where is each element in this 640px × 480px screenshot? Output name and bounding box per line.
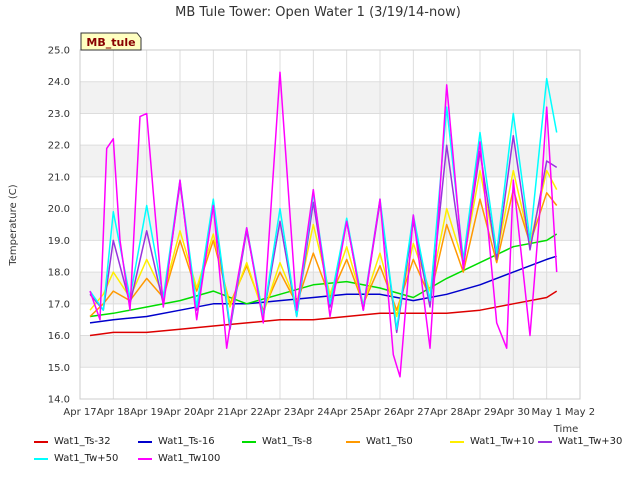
x-tick-label: Apr 23 xyxy=(263,407,296,418)
y-tick-label: 18.0 xyxy=(48,268,70,279)
x-tick-label: Apr 28 xyxy=(430,407,463,418)
y-tick-label: 15.0 xyxy=(48,363,70,374)
x-tick-label: May 2 xyxy=(565,407,595,418)
legend-row: Wat1_Tw+50 Wat1_Tw100 xyxy=(34,453,634,470)
x-tick-label: Apr 17 xyxy=(63,407,96,418)
legend-label: Wat1_Ts-32 xyxy=(54,436,111,447)
legend-swatch xyxy=(138,457,152,460)
x-tick-label: Apr 20 xyxy=(163,407,196,418)
x-tick-label: Apr 25 xyxy=(330,407,363,418)
legend-label: Wat1_Ts-16 xyxy=(158,436,215,447)
legend-item: Wat1_Ts-8 xyxy=(242,436,312,447)
legend-label: Wat1_Tw+10 xyxy=(470,436,535,447)
legend-item: Wat1_Tw100 xyxy=(138,453,220,464)
legend-item: Wat1_Tw+50 xyxy=(34,453,118,464)
legend-label: Wat1_Tw+50 xyxy=(54,453,119,464)
legend-item: Wat1_Ts0 xyxy=(346,436,413,447)
legend-item: Wat1_Ts-32 xyxy=(34,436,111,447)
x-axis-label: Time xyxy=(553,424,578,435)
legend-row: Wat1_Ts-32 Wat1_Ts-16 Wat1_Ts-8 Wat1_Ts0 Wat… xyxy=(34,436,634,453)
legend-item: Wat1_Tw+10 xyxy=(450,436,534,447)
y-tick-label: 14.0 xyxy=(48,395,70,406)
y-tick-label: 21.0 xyxy=(48,172,70,183)
y-tick-label: 19.0 xyxy=(48,236,70,247)
legend-item: Wat1_Ts-16 xyxy=(138,436,215,447)
plot-band xyxy=(80,81,580,114)
legend-swatch xyxy=(138,440,152,443)
x-tick-label: Apr 29 xyxy=(463,407,496,418)
plot-band xyxy=(80,145,580,177)
y-tick-label: 24.0 xyxy=(48,77,70,88)
station-label-box: MB_tule xyxy=(80,32,142,51)
x-tick-label: Apr 18 xyxy=(97,407,130,418)
y-tick-label: 17.0 xyxy=(48,299,70,310)
legend-swatch xyxy=(538,440,552,443)
legend-swatch xyxy=(346,440,360,443)
legend-swatch xyxy=(450,440,464,443)
y-tick-label: 20.0 xyxy=(48,204,70,215)
legend-label: Wat1_Ts-8 xyxy=(262,436,313,447)
y-tick-labels: 14.0 15.0 16.0 17.0 18.0 19.0 20.0 21.0 22.0 23.0… xyxy=(48,46,70,406)
y-tick-label: 22.0 xyxy=(48,141,70,152)
x-tick-label: Apr 27 xyxy=(397,407,430,418)
x-tick-label: Apr 26 xyxy=(363,407,396,418)
legend-label: Wat1_Ts0 xyxy=(366,436,413,447)
y-tick-label: 25.0 xyxy=(48,46,70,57)
chart-svg: 14.0 15.0 16.0 17.0 18.0 19.0 20.0 21.0 22.0 23.0… xyxy=(8,5,595,435)
x-tick-label: Apr 30 xyxy=(497,407,530,418)
legend-swatch xyxy=(34,457,48,460)
legend-swatch xyxy=(242,440,256,443)
x-tick-label: Apr 19 xyxy=(130,407,163,418)
chart-title: MB Tule Tower: Open Water 1 (3/19/14-now… xyxy=(175,5,461,20)
legend-swatch xyxy=(34,440,48,443)
y-tick-label: 23.0 xyxy=(48,109,70,120)
x-tick-label: Apr 24 xyxy=(297,407,330,418)
x-tick-label: May 1 xyxy=(532,407,562,418)
legend-label: Wat1_Tw100 xyxy=(158,453,221,464)
x-tick-label: Apr 21 xyxy=(197,407,230,418)
x-tick-label: Apr 22 xyxy=(230,407,263,418)
legend-label: Wat1_Tw+30 xyxy=(558,436,623,447)
y-axis-label: Temperature (C) xyxy=(8,184,19,266)
y-tick-label: 16.0 xyxy=(48,331,70,342)
legend-item: Wat1_Tw+30 xyxy=(538,436,622,447)
plot-band xyxy=(80,335,580,368)
x-tick-labels: Apr 17 Apr 18 Apr 19 Apr 20 Apr 21 Apr 22 Apr … xyxy=(63,407,595,418)
legend: Wat1_Ts-32 Wat1_Ts-16 Wat1_Ts-8 Wat1_Ts0 Wat… xyxy=(34,436,634,470)
station-label: MB_tule xyxy=(86,36,135,49)
